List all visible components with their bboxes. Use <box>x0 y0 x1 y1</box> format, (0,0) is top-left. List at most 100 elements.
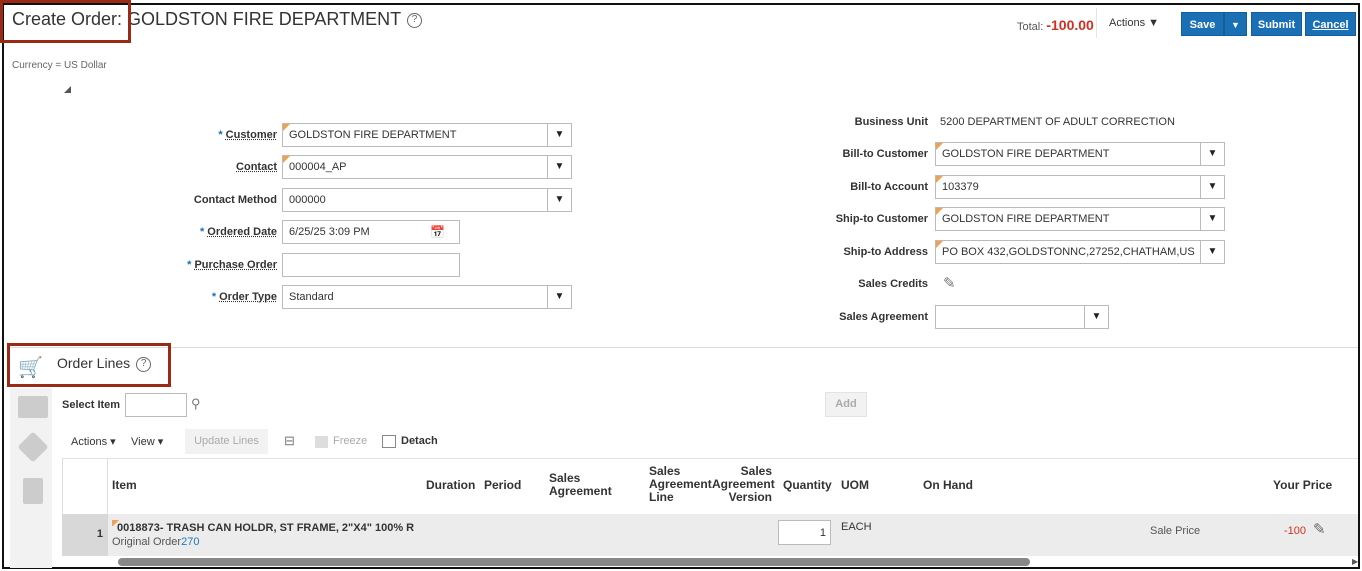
contact-method-label-text: Contact Method <box>193 194 277 206</box>
divider <box>1096 8 1097 38</box>
horizontal-scrollbar[interactable] <box>118 558 1030 566</box>
contact-card-icon[interactable] <box>23 478 43 504</box>
your-price-value: -100 <box>1284 525 1307 537</box>
required-icon: * <box>211 291 217 303</box>
sales-agreement-label: Sales Agreement <box>839 311 928 323</box>
view-menu[interactable]: View ▾ <box>131 435 163 448</box>
column-header-sales-agreement-line[interactable]: Sales Agreement Line <box>649 465 712 504</box>
bill-to-account-field[interactable]: 103379 ▼ <box>935 175 1225 199</box>
total-label: Total: <box>1017 21 1044 33</box>
search-icon[interactable]: ⚲ <box>191 396 201 412</box>
order-type-value: Standard <box>289 291 334 303</box>
contact-method-label: Contact Method <box>77 194 277 206</box>
dropdown-icon[interactable]: ▼ <box>1200 241 1224 263</box>
customer-label: * Customer <box>77 129 277 141</box>
actions-label: Actions <box>71 436 108 448</box>
column-header-on-hand[interactable]: On Hand <box>923 479 973 492</box>
contact-label: Contact <box>77 161 277 173</box>
contact-field[interactable]: 000004_AP ▼ <box>282 155 572 179</box>
dropdown-icon[interactable]: ▼ <box>547 286 571 308</box>
ship-to-address-field[interactable]: PO BOX 432,GOLDSTONNC,27252,CHATHAM,US ▼ <box>935 240 1225 264</box>
dropdown-icon[interactable]: ▼ <box>1084 306 1108 328</box>
required-icon: * <box>187 259 192 271</box>
update-lines-button[interactable]: Update Lines <box>185 429 268 454</box>
sales-agreement-field[interactable]: ▼ <box>935 305 1109 329</box>
column-header-quantity[interactable]: Quantity <box>783 479 832 492</box>
business-unit-label: Business Unit <box>854 116 928 128</box>
purchase-order-label: * Purchase Order <box>77 259 277 271</box>
dropdown-icon[interactable]: ▼ <box>1200 176 1224 198</box>
detach-icon[interactable] <box>382 435 396 448</box>
original-order: Original Order270 <box>112 536 199 548</box>
freeze-icon[interactable] <box>315 436 328 448</box>
dropdown-icon[interactable]: ▼ <box>547 124 571 146</box>
ship-to-customer-value: GOLDSTON FIRE DEPARTMENT <box>942 213 1110 225</box>
bill-to-customer-label: Bill-to Customer <box>842 148 928 160</box>
contact-method-value: 000000 <box>289 194 326 206</box>
price-type: Sale Price <box>1150 525 1201 537</box>
uom-value: EACH <box>841 521 872 533</box>
dropdown-icon[interactable]: ▼ <box>547 156 571 178</box>
save-button[interactable]: Save <box>1181 12 1224 36</box>
column-header-sales-agreement[interactable]: Sales Agreement <box>549 472 619 498</box>
contact-method-field[interactable]: 000000 ▼ <box>282 188 572 212</box>
ordered-date-label: * Ordered Date <box>77 226 277 238</box>
column-header-item[interactable]: Item <box>112 479 137 492</box>
contact-label-text: Contact <box>236 161 277 173</box>
scroll-right-icon[interactable]: ▶ <box>1352 557 1358 566</box>
select-item-input[interactable] <box>125 393 187 417</box>
query-by-example-icon[interactable]: ⊟ <box>284 433 295 449</box>
view-label: View <box>131 436 155 448</box>
cancel-button[interactable]: Cancel <box>1305 12 1356 36</box>
purchase-order-label-text: Purchase Order <box>194 259 277 271</box>
purchase-order-field[interactable] <box>282 253 460 277</box>
calendar-icon[interactable]: 📅 <box>430 221 445 243</box>
column-header-sales-agreement-version[interactable]: Sales Agreement Version <box>712 465 775 504</box>
truck-icon[interactable] <box>18 396 48 418</box>
row-number[interactable]: 1 <box>62 514 108 556</box>
row-header-corner <box>62 458 108 514</box>
contact-value: 000004_AP <box>289 161 347 173</box>
submit-button[interactable]: Submit <box>1251 12 1302 36</box>
add-button[interactable]: Add <box>825 392 867 417</box>
actions-label: Actions <box>1109 17 1146 29</box>
ship-to-customer-field[interactable]: GOLDSTON FIRE DEPARTMENT ▼ <box>935 207 1225 231</box>
required-icon: * <box>218 129 223 141</box>
select-item-label: Select Item <box>62 399 121 411</box>
column-header-period[interactable]: Period <box>484 479 521 492</box>
column-header-uom[interactable]: UOM <box>841 479 869 492</box>
column-header-your-price[interactable]: Your Price <box>1273 479 1332 492</box>
item-name: 0018873- TRASH CAN HOLDR, ST FRAME, 2"X4… <box>117 522 415 534</box>
required-icon: * <box>200 226 205 238</box>
actions-menu[interactable]: Actions ▼ <box>1109 17 1159 29</box>
ordered-date-field[interactable]: 6/25/25 3:09 PM 📅 <box>282 220 460 244</box>
bill-to-customer-field[interactable]: GOLDSTON FIRE DEPARTMENT ▼ <box>935 142 1225 166</box>
customer-value: GOLDSTON FIRE DEPARTMENT <box>289 129 457 141</box>
edit-pencil-icon[interactable]: ✎ <box>943 274 956 292</box>
ordered-date-value: 6/25/25 3:09 PM <box>289 226 370 238</box>
quantity-input[interactable]: 1 <box>778 520 831 545</box>
ship-to-address-label: Ship-to Address <box>843 246 928 258</box>
save-dropdown-button[interactable]: ▼ <box>1224 12 1247 36</box>
customer-field[interactable]: GOLDSTON FIRE DEPARTMENT ▼ <box>282 123 572 147</box>
original-order-label: Original Order <box>112 536 182 548</box>
dropdown-icon[interactable]: ▼ <box>1200 143 1224 165</box>
highlight-box <box>7 343 171 387</box>
collapse-icon[interactable] <box>64 86 71 93</box>
dropdown-icon[interactable]: ▼ <box>547 189 571 211</box>
actions-menu[interactable]: Actions ▾ <box>71 435 116 448</box>
order-type-field[interactable]: Standard ▼ <box>282 285 572 309</box>
freeze-button[interactable]: Freeze <box>333 435 367 447</box>
original-order-link[interactable]: 270 <box>181 536 199 548</box>
dropdown-icon[interactable]: ▼ <box>1200 208 1224 230</box>
sales-credits-label: Sales Credits <box>858 278 928 290</box>
detach-button[interactable]: Detach <box>401 435 438 447</box>
edit-pencil-icon[interactable]: ✎ <box>1313 520 1326 538</box>
column-header-duration[interactable]: Duration <box>426 479 475 492</box>
bill-to-account-label: Bill-to Account <box>850 181 928 193</box>
total: Total: -100.00 <box>1017 17 1094 33</box>
highlight-box <box>0 0 131 43</box>
bill-to-account-value: 103379 <box>942 181 979 193</box>
help-icon[interactable]: ? <box>407 12 423 28</box>
bill-to-customer-value: GOLDSTON FIRE DEPARTMENT <box>942 148 1110 160</box>
